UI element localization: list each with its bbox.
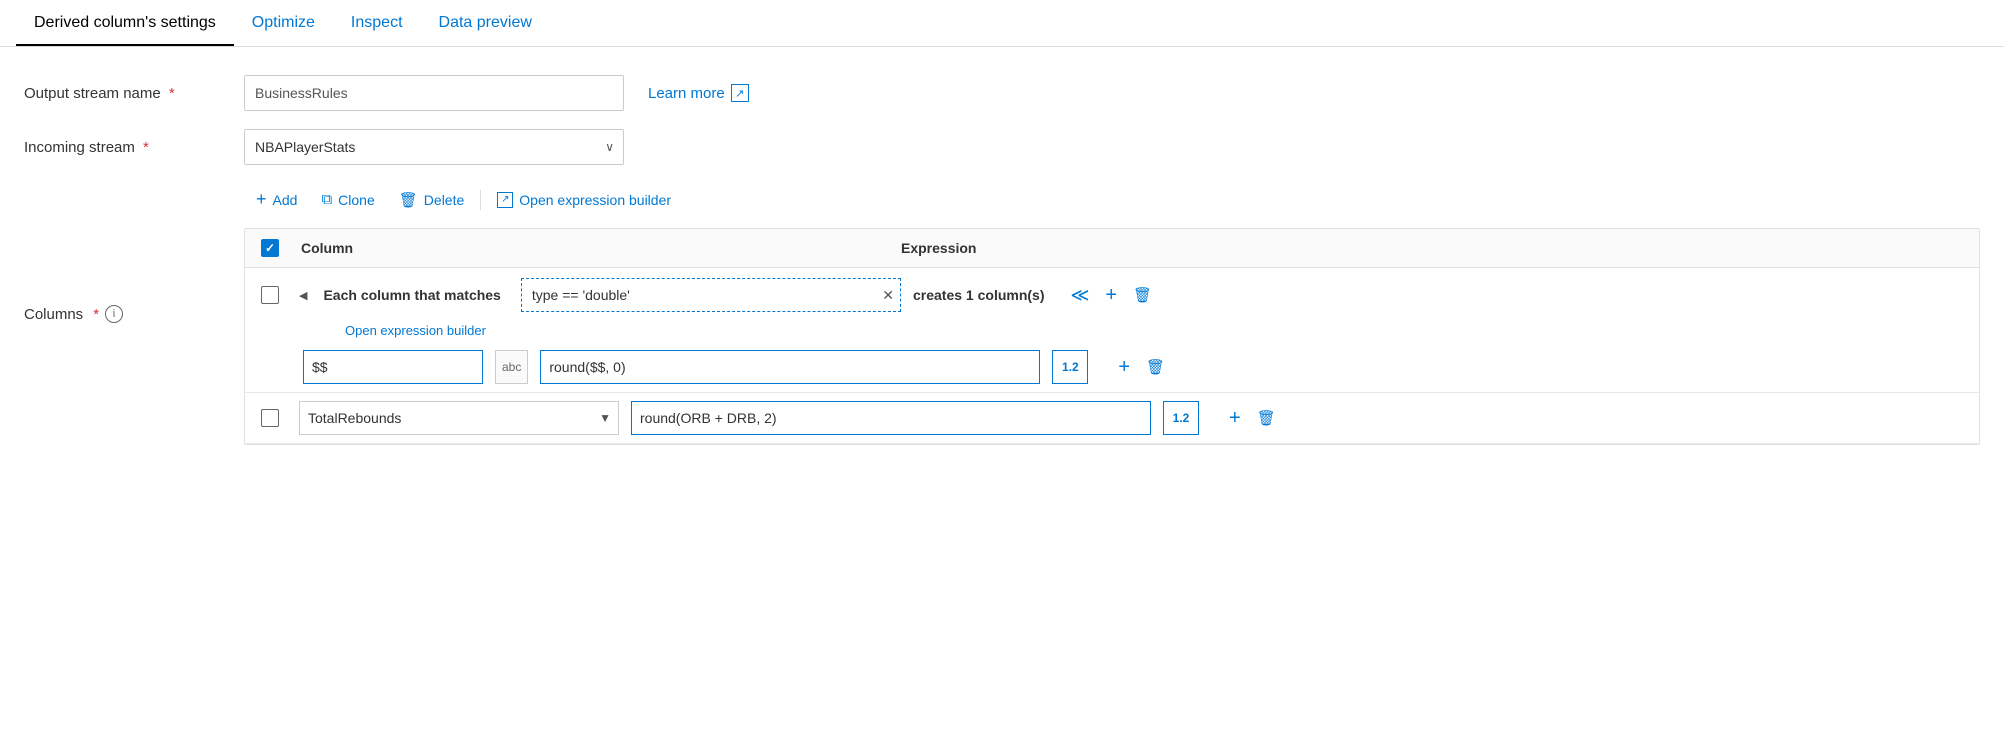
output-stream-row: Output stream name * Learn more ↗ xyxy=(24,75,1980,111)
row-match-checkbox[interactable] xyxy=(261,286,279,304)
sub-row-actions: + 🗑 xyxy=(1112,352,1171,383)
tab-data-preview[interactable]: Data preview xyxy=(421,0,550,46)
sub-num-badge: 1.2 xyxy=(1052,350,1088,384)
expand-icon[interactable]: ◀ xyxy=(299,289,307,302)
incoming-stream-row: Incoming stream * NBAPlayerStats ∨ xyxy=(24,129,1980,165)
sub-expression-input[interactable] xyxy=(540,350,1040,384)
main-content: Output stream name * Learn more ↗ Incomi… xyxy=(0,47,2004,481)
rebounds-num-badge: 1.2 xyxy=(1163,401,1199,435)
col-type-badge: abc xyxy=(495,350,528,384)
expand-action-btn[interactable]: ≪ xyxy=(1065,281,1096,310)
sub-column-name-input[interactable] xyxy=(303,350,483,384)
rebounds-row-actions: + 🗑 xyxy=(1223,403,1282,434)
tab-bar: Derived column's settings Optimize Inspe… xyxy=(0,0,2004,47)
external-link-icon: ↗ xyxy=(731,84,749,102)
open-expr-link-row: Open expression builder xyxy=(245,322,1979,344)
add-sub-row-btn[interactable]: + xyxy=(1099,280,1123,311)
columns-info-icon[interactable]: i xyxy=(105,305,123,323)
column-header-label: Column xyxy=(301,240,353,256)
columns-section: Columns * i + Add ⧉ Clone 🗑 xyxy=(24,183,1980,445)
output-stream-input[interactable] xyxy=(244,75,624,111)
table-row-match: ◀ Each column that matches type == 'doub… xyxy=(245,268,1979,322)
table-row-total-rebounds: TotalRebounds ▼ 1.2 + 🗑 xyxy=(245,393,1979,444)
incoming-stream-required: * xyxy=(143,139,149,156)
creates-text: creates 1 column(s) xyxy=(913,287,1045,303)
tab-derived-column-settings[interactable]: Derived column's settings xyxy=(16,0,234,46)
incoming-stream-select-wrapper: NBAPlayerStats ∨ xyxy=(244,129,624,165)
column-name-select-wrapper: TotalRebounds ▼ xyxy=(299,401,619,435)
second-col-row: TotalRebounds ▼ 1.2 + 🗑 xyxy=(245,393,1979,443)
toolbar: + Add ⧉ Clone 🗑 Delete ↗ Open expressi xyxy=(244,183,1980,216)
row-match-actions: ≪ + 🗑 xyxy=(1065,280,1159,311)
incoming-stream-select[interactable]: NBAPlayerStats xyxy=(244,129,624,165)
match-expression-box[interactable]: type == 'double' ✕ xyxy=(521,278,901,312)
sub-delete-btn[interactable]: 🗑 xyxy=(1140,354,1171,380)
columns-label: Columns * i xyxy=(24,305,244,323)
header-checkbox[interactable] xyxy=(261,239,279,257)
output-stream-required: * xyxy=(169,85,175,102)
add-icon: + xyxy=(256,189,267,210)
table-header: Column Expression xyxy=(245,229,1979,268)
incoming-stream-label: Incoming stream * xyxy=(24,139,244,156)
sub-row-match: abc 1.2 + 🗑 xyxy=(245,344,1979,392)
delete-sub-row-btn[interactable]: 🗑 xyxy=(1127,282,1158,308)
tab-inspect[interactable]: Inspect xyxy=(333,0,421,46)
tab-optimize[interactable]: Optimize xyxy=(234,0,333,46)
toolbar-separator xyxy=(480,190,481,210)
rebounds-add-btn[interactable]: + xyxy=(1223,403,1247,434)
open-expr-icon: ↗ xyxy=(497,192,513,208)
learn-more-link[interactable]: Learn more ↗ xyxy=(648,84,749,102)
open-expression-builder-button[interactable]: ↗ Open expression builder xyxy=(485,186,683,214)
row-rebounds-checkbox[interactable] xyxy=(261,409,279,427)
rebounds-expression-input[interactable] xyxy=(631,401,1151,435)
add-button[interactable]: + Add xyxy=(244,183,309,216)
column-name-select[interactable]: TotalRebounds xyxy=(299,401,619,435)
output-stream-label: Output stream name * xyxy=(24,85,244,102)
rebounds-delete-btn[interactable]: 🗑 xyxy=(1251,405,1282,431)
expression-clear-button[interactable]: ✕ xyxy=(882,288,894,302)
match-text: Each column that matches xyxy=(323,287,500,303)
clone-button[interactable]: ⧉ Clone xyxy=(309,185,386,214)
delete-icon: 🗑 xyxy=(399,191,418,209)
open-expression-builder-link[interactable]: Open expression builder xyxy=(345,323,486,338)
columns-label-row: Columns * i + Add ⧉ Clone 🗑 xyxy=(24,183,1980,445)
columns-table: Column Expression ◀ Each column that xyxy=(244,228,1980,445)
table-row-match-group: ◀ Each column that matches type == 'doub… xyxy=(245,268,1979,393)
sub-add-btn[interactable]: + xyxy=(1112,352,1136,383)
delete-button[interactable]: 🗑 Delete xyxy=(387,185,477,215)
expression-header-label: Expression xyxy=(901,240,976,256)
clone-icon: ⧉ xyxy=(321,191,332,208)
